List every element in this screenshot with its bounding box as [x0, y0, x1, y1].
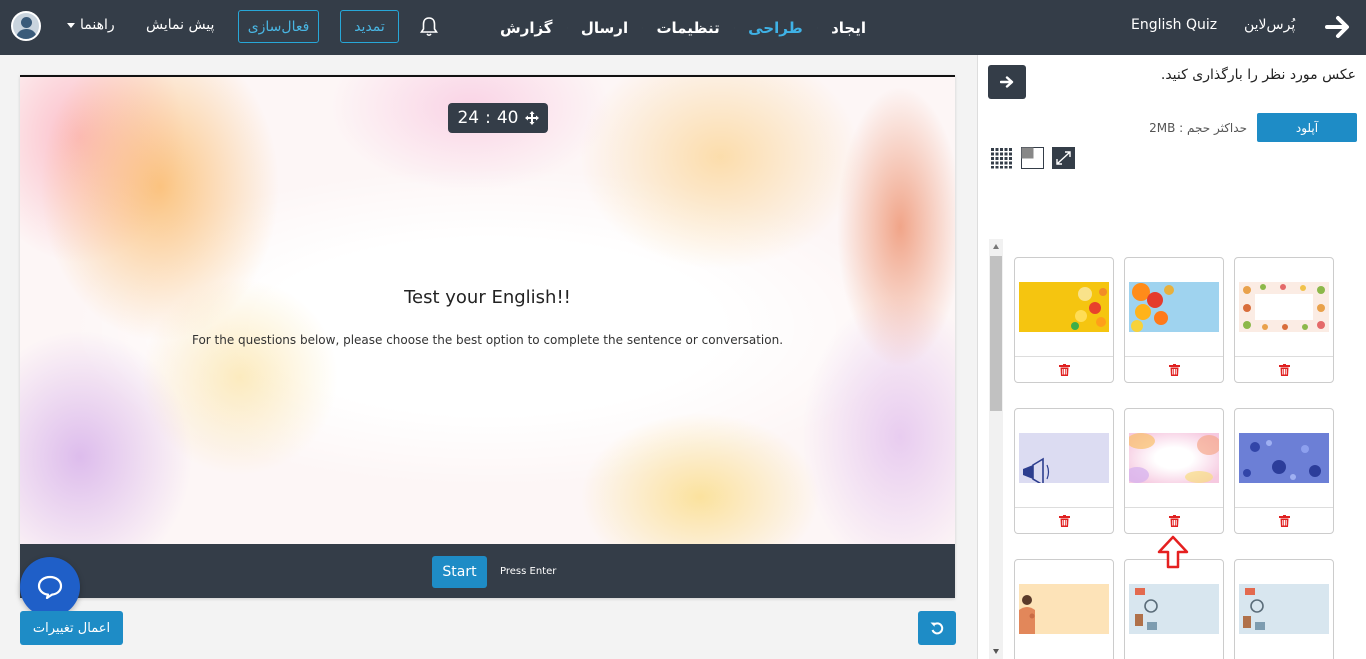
- delete-button[interactable]: [1235, 356, 1333, 383]
- quiz-title: Test your English!!: [404, 287, 571, 308]
- trash-icon: [1058, 515, 1070, 527]
- reset-button[interactable]: [918, 611, 956, 645]
- breadcrumb: ایجاد طراحی تنظیمات ارسال گزارش: [500, 15, 866, 41]
- apply-changes-button[interactable]: اعمال تغییرات: [20, 611, 123, 645]
- watercolor-background: [20, 77, 955, 544]
- thumbnail-card[interactable]: [1014, 408, 1114, 534]
- thumbnail-card[interactable]: [1124, 257, 1224, 383]
- activate-button[interactable]: فعال‌سازی: [238, 10, 319, 43]
- stretch-icon[interactable]: [1052, 147, 1075, 169]
- preview-link[interactable]: پیش نمایش: [146, 17, 214, 33]
- trash-icon: [1278, 515, 1290, 527]
- thumbnail-study-items-2[interactable]: [1239, 584, 1329, 634]
- delete-button[interactable]: [1125, 507, 1223, 534]
- tile-icon[interactable]: [990, 147, 1013, 169]
- thumbnail-watercolor[interactable]: [1129, 433, 1219, 483]
- chat-icon: [37, 575, 63, 599]
- delete-button[interactable]: [1235, 507, 1333, 534]
- thumbnail-food-frame[interactable]: [1239, 282, 1329, 332]
- breadcrumb-send[interactable]: ارسال: [581, 19, 628, 37]
- trash-icon: [1278, 364, 1290, 376]
- delete-button[interactable]: [1015, 356, 1113, 383]
- arrow-right-icon[interactable]: [1324, 14, 1352, 40]
- upload-button[interactable]: آپلود: [1257, 113, 1357, 142]
- start-button[interactable]: Start: [432, 556, 487, 588]
- quiz-name: English Quiz: [1131, 17, 1218, 33]
- scroll-thumb[interactable]: [990, 256, 1002, 411]
- press-enter-hint: Press Enter: [500, 566, 557, 577]
- max-size-label: حداکثر حجم : 2MB: [1149, 121, 1247, 135]
- thumbnail-card[interactable]: [1014, 559, 1114, 659]
- panel-back-button[interactable]: [988, 65, 1026, 99]
- thumbnail-virus-blue[interactable]: [1239, 433, 1329, 483]
- scroll-down-icon[interactable]: [993, 649, 999, 654]
- thumbnail-card[interactable]: [1234, 257, 1334, 383]
- breadcrumb-design[interactable]: طراحی: [748, 19, 803, 37]
- guide-menu[interactable]: راهنما: [67, 17, 115, 33]
- brand-name[interactable]: پُرس‌لاین: [1244, 17, 1295, 33]
- timer-separator: :: [485, 108, 491, 128]
- thumbnail-lavender-megaphone[interactable]: [1019, 433, 1109, 483]
- top-bar: راهنما پیش نمایش فعال‌سازی تمدید ایجاد ط…: [0, 0, 1366, 55]
- thumbnail-study-items-1[interactable]: [1129, 584, 1219, 634]
- trash-icon: [1058, 364, 1070, 376]
- thumbnail-card[interactable]: [1234, 559, 1334, 659]
- arrow-right-icon: [1000, 76, 1014, 88]
- arrow-up-icon: [1157, 535, 1189, 569]
- thumbnail-card[interactable]: [1124, 408, 1224, 534]
- timer-minutes: 40: [496, 108, 519, 128]
- quiz-description: For the questions below, please choose t…: [191, 333, 784, 347]
- chat-button[interactable]: [20, 557, 80, 617]
- delete-button[interactable]: [1125, 356, 1223, 383]
- bell-icon[interactable]: [419, 16, 439, 38]
- trash-icon: [1168, 515, 1180, 527]
- breadcrumb-create[interactable]: ایجاد: [831, 19, 866, 37]
- thumbnail-yellow-fruits[interactable]: [1019, 282, 1109, 332]
- half-icon[interactable]: [1021, 147, 1044, 169]
- panel-title: عکس مورد نظر را بارگذاری کنید.: [1160, 67, 1356, 83]
- trash-icon: [1168, 364, 1180, 376]
- scroll-up-icon[interactable]: [993, 244, 999, 249]
- thumbnail-card[interactable]: [1234, 408, 1334, 534]
- avatar[interactable]: [11, 11, 41, 41]
- thumbnail-scrollbar[interactable]: [989, 239, 1003, 659]
- thumbnail-card[interactable]: [1124, 559, 1224, 659]
- breadcrumb-settings[interactable]: تنظیمات: [656, 19, 719, 37]
- undo-icon: [930, 622, 944, 635]
- thumbnail-card[interactable]: [1014, 257, 1114, 383]
- breadcrumb-report[interactable]: گزارش: [500, 19, 553, 37]
- thumbnail-peach-person[interactable]: [1019, 584, 1109, 634]
- timer[interactable]: 24 : 40: [448, 103, 548, 133]
- delete-button[interactable]: [1015, 507, 1113, 534]
- thumbnail-citrus-blue[interactable]: [1129, 282, 1219, 332]
- quiz-footer: Start Press Enter: [20, 544, 955, 598]
- caret-down-icon: [67, 22, 75, 28]
- quiz-preview: 24 : 40 Test your English!! For the ques…: [20, 75, 955, 598]
- renew-button[interactable]: تمدید: [340, 10, 399, 43]
- move-icon[interactable]: [524, 111, 539, 125]
- timer-seconds: 24: [457, 108, 480, 128]
